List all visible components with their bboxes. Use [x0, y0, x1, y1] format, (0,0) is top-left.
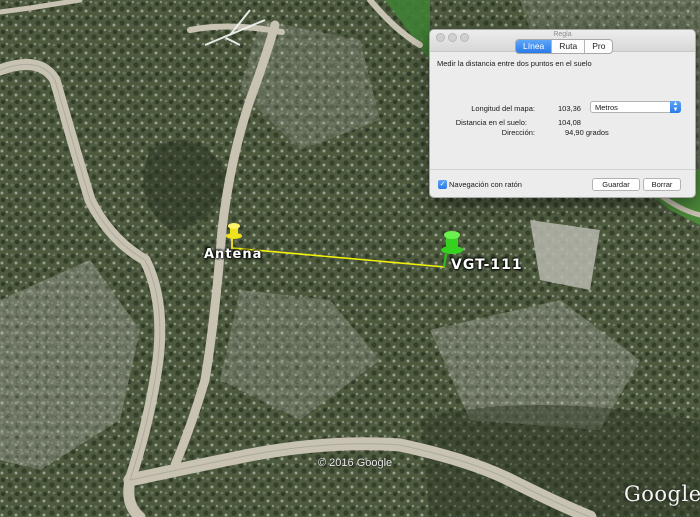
ruler-content: Medir la distancia entre dos puntos en e…: [430, 52, 695, 197]
select-arrows-icon: ▲ ▼: [670, 101, 681, 113]
map-length-value: 103,36: [558, 104, 581, 113]
divider: [430, 169, 695, 170]
ground-distance-value: 104,08: [558, 118, 581, 127]
pin-b-label: VGT-111: [451, 257, 523, 273]
unit-select-value: Metros: [595, 103, 618, 112]
mouse-navigation-label: Navegación con ratón: [449, 180, 522, 189]
window-title: Regla: [553, 31, 572, 38]
direction-label: Dirección:: [501, 128, 535, 137]
ruler-window: Regla Línea Ruta Pro Medir la distancia …: [429, 29, 696, 198]
unit-select[interactable]: Metros ▲ ▼: [590, 101, 681, 113]
map-copyright: © 2016 Google: [318, 457, 393, 469]
map-length-label: Longitud del mapa:: [471, 104, 535, 113]
pin-a-label: Antena: [204, 247, 263, 262]
direction-value: 94,90 grados: [565, 128, 609, 137]
title-bar[interactable]: Regla Línea Ruta Pro: [430, 30, 695, 54]
mouse-navigation-checkbox[interactable]: ✓: [438, 180, 447, 189]
ruler-description: Medir la distancia entre dos puntos en e…: [437, 59, 592, 68]
save-button[interactable]: Guardar: [592, 178, 640, 191]
clear-button[interactable]: Borrar: [643, 178, 681, 191]
google-logo: Google: [624, 482, 700, 506]
ground-distance-label: Distancia en el suelo:: [455, 118, 527, 127]
